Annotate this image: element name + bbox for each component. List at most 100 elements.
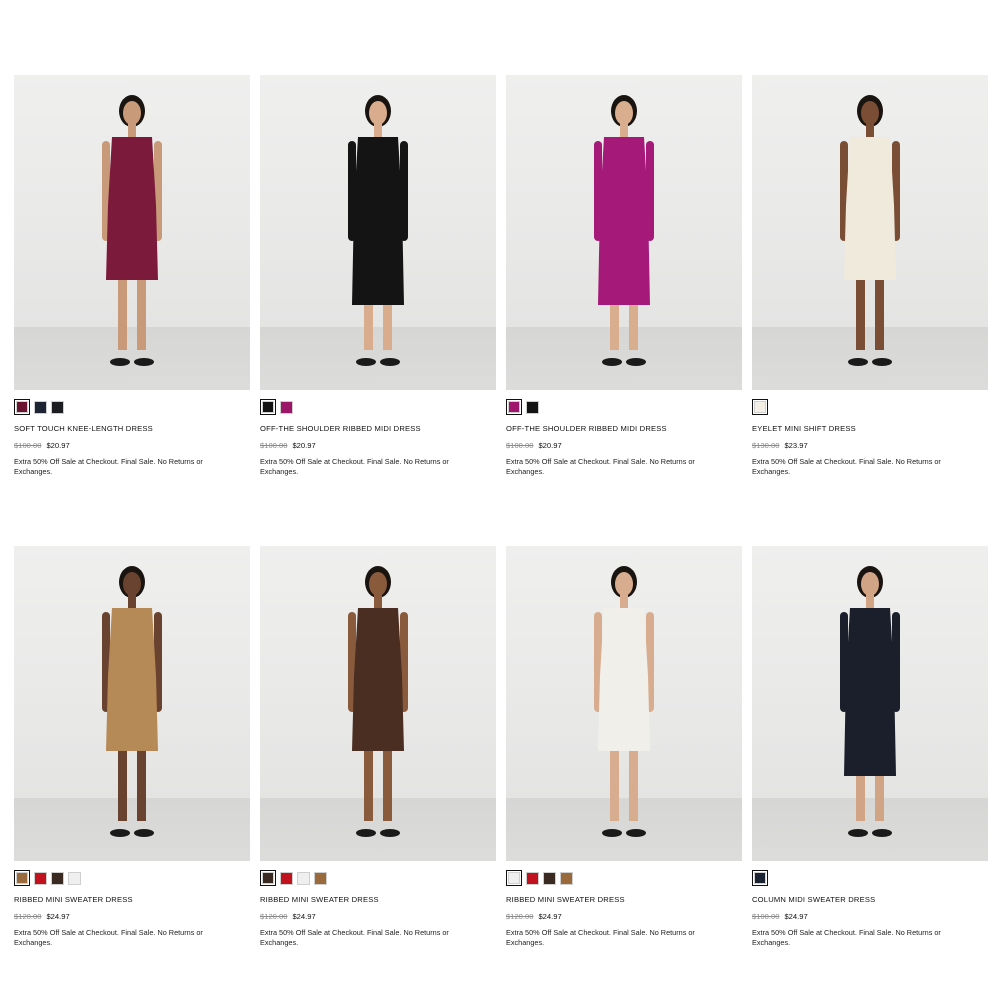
- product-name[interactable]: RIBBED MINI SWEATER DRESS: [506, 895, 742, 905]
- product-price: $100.00 $20.97: [506, 441, 742, 451]
- product-card[interactable]: EYELET MINI SHIFT DRESS $130.00 $23.97 Extr…: [752, 75, 988, 477]
- product-row: SOFT TOUCH KNEE-LENGTH DRESS $100.00 $20.9…: [14, 75, 988, 546]
- color-swatch[interactable]: [260, 399, 276, 415]
- color-swatch[interactable]: [34, 871, 47, 885]
- original-price: $100.00: [506, 441, 534, 450]
- color-swatch[interactable]: [752, 399, 768, 415]
- model-right-leg: [629, 741, 638, 821]
- model-left-leg: [856, 270, 865, 350]
- model-left-leg: [118, 270, 127, 350]
- model-illustration: [840, 566, 900, 837]
- model-right-leg: [137, 270, 146, 350]
- product-card[interactable]: RIBBED MINI SWEATER DRESS $120.00 $24.97 Ex…: [14, 546, 250, 948]
- model-illustration: [348, 95, 408, 366]
- model-shoe: [380, 829, 400, 837]
- product-name[interactable]: SOFT TOUCH KNEE-LENGTH DRESS: [14, 424, 250, 434]
- product-card[interactable]: SOFT TOUCH KNEE-LENGTH DRESS $100.00 $20.9…: [14, 75, 250, 477]
- model-shoe: [626, 358, 646, 366]
- color-swatches: [506, 870, 742, 886]
- product-card[interactable]: OFF-THE SHOULDER RIBBED MIDI DRESS $100.0…: [506, 75, 742, 477]
- model-face: [615, 572, 633, 596]
- color-swatch[interactable]: [314, 871, 327, 885]
- sale-price: $24.97: [292, 912, 316, 921]
- model-left-leg: [610, 741, 619, 821]
- product-image[interactable]: [506, 546, 742, 861]
- sale-price: $24.97: [46, 912, 70, 921]
- product-price: $100.00 $24.97: [752, 912, 988, 922]
- color-swatches: [14, 870, 250, 886]
- model-neck: [128, 123, 136, 137]
- swatch-fill: [16, 401, 28, 413]
- model-face: [123, 101, 141, 125]
- model-face: [861, 572, 879, 596]
- color-swatch[interactable]: [280, 400, 293, 414]
- color-swatch[interactable]: [506, 870, 522, 886]
- product-card[interactable]: RIBBED MINI SWEATER DRESS $120.00 $24.97 Ex…: [260, 546, 496, 948]
- model-neck: [374, 594, 382, 608]
- model-shoe: [110, 358, 130, 366]
- product-image[interactable]: [752, 546, 988, 861]
- promo-text: Extra 50% Off Sale at Checkout. Final Sa…: [506, 457, 695, 476]
- product-image[interactable]: [506, 75, 742, 390]
- color-swatch[interactable]: [560, 871, 573, 885]
- sale-price: $20.97: [292, 441, 316, 450]
- color-swatch[interactable]: [51, 871, 64, 885]
- product-image[interactable]: [752, 75, 988, 390]
- model-face: [123, 572, 141, 596]
- model-shoe: [602, 358, 622, 366]
- sale-price: $20.97: [46, 441, 70, 450]
- color-swatch[interactable]: [506, 399, 522, 415]
- product-card[interactable]: COLUMN MIDI SWEATER DRESS $100.00 $24.97 Ex…: [752, 546, 988, 948]
- color-swatch[interactable]: [526, 871, 539, 885]
- original-price: $120.00: [506, 912, 534, 921]
- model-face: [861, 101, 879, 125]
- product-card[interactable]: OFF-THE SHOULDER RIBBED MIDI DRESS $100.0…: [260, 75, 496, 477]
- color-swatch[interactable]: [14, 870, 30, 886]
- product-name[interactable]: RIBBED MINI SWEATER DRESS: [260, 895, 496, 905]
- model-illustration: [102, 566, 162, 837]
- model-shoe: [134, 358, 154, 366]
- swatch-fill: [508, 872, 520, 884]
- dress: [844, 608, 896, 776]
- promo-text: Extra 50% Off Sale at Checkout. Final Sa…: [752, 928, 941, 947]
- model-illustration: [348, 566, 408, 837]
- color-swatch[interactable]: [260, 870, 276, 886]
- product-name[interactable]: OFF-THE SHOULDER RIBBED MIDI DRESS: [260, 424, 496, 434]
- dress: [844, 137, 896, 280]
- color-swatch[interactable]: [68, 871, 81, 885]
- model-shoe: [626, 829, 646, 837]
- model-illustration: [594, 95, 654, 366]
- color-swatch[interactable]: [51, 400, 64, 414]
- product-image[interactable]: [14, 75, 250, 390]
- product-image[interactable]: [260, 546, 496, 861]
- product-image[interactable]: [14, 546, 250, 861]
- original-price: $100.00: [260, 441, 288, 450]
- color-swatch[interactable]: [543, 871, 556, 885]
- color-swatch[interactable]: [34, 400, 47, 414]
- product-card[interactable]: RIBBED MINI SWEATER DRESS $120.00 $24.97 Ex…: [506, 546, 742, 948]
- model-shoe: [872, 358, 892, 366]
- original-price: $120.00: [260, 912, 288, 921]
- model-illustration: [102, 95, 162, 366]
- product-name[interactable]: RIBBED MINI SWEATER DRESS: [14, 895, 250, 905]
- product-price: $130.00 $23.97: [752, 441, 988, 451]
- product-name[interactable]: OFF-THE SHOULDER RIBBED MIDI DRESS: [506, 424, 742, 434]
- original-price: $120.00: [14, 912, 42, 921]
- product-name[interactable]: COLUMN MIDI SWEATER DRESS: [752, 895, 988, 905]
- product-name[interactable]: EYELET MINI SHIFT DRESS: [752, 424, 988, 434]
- model-right-leg: [137, 741, 146, 821]
- promo-text: Extra 50% Off Sale at Checkout. Final Sa…: [752, 457, 941, 476]
- model-shoe: [848, 358, 868, 366]
- color-swatch[interactable]: [280, 871, 293, 885]
- color-swatch[interactable]: [752, 870, 768, 886]
- product-price: $100.00 $20.97: [260, 441, 496, 451]
- sale-price: $23.97: [784, 441, 808, 450]
- dress: [598, 608, 650, 751]
- color-swatch[interactable]: [297, 871, 310, 885]
- color-swatch[interactable]: [526, 400, 539, 414]
- sale-price: $20.97: [538, 441, 562, 450]
- product-image[interactable]: [260, 75, 496, 390]
- model-face: [369, 101, 387, 125]
- color-swatch[interactable]: [14, 399, 30, 415]
- color-swatches: [260, 870, 496, 886]
